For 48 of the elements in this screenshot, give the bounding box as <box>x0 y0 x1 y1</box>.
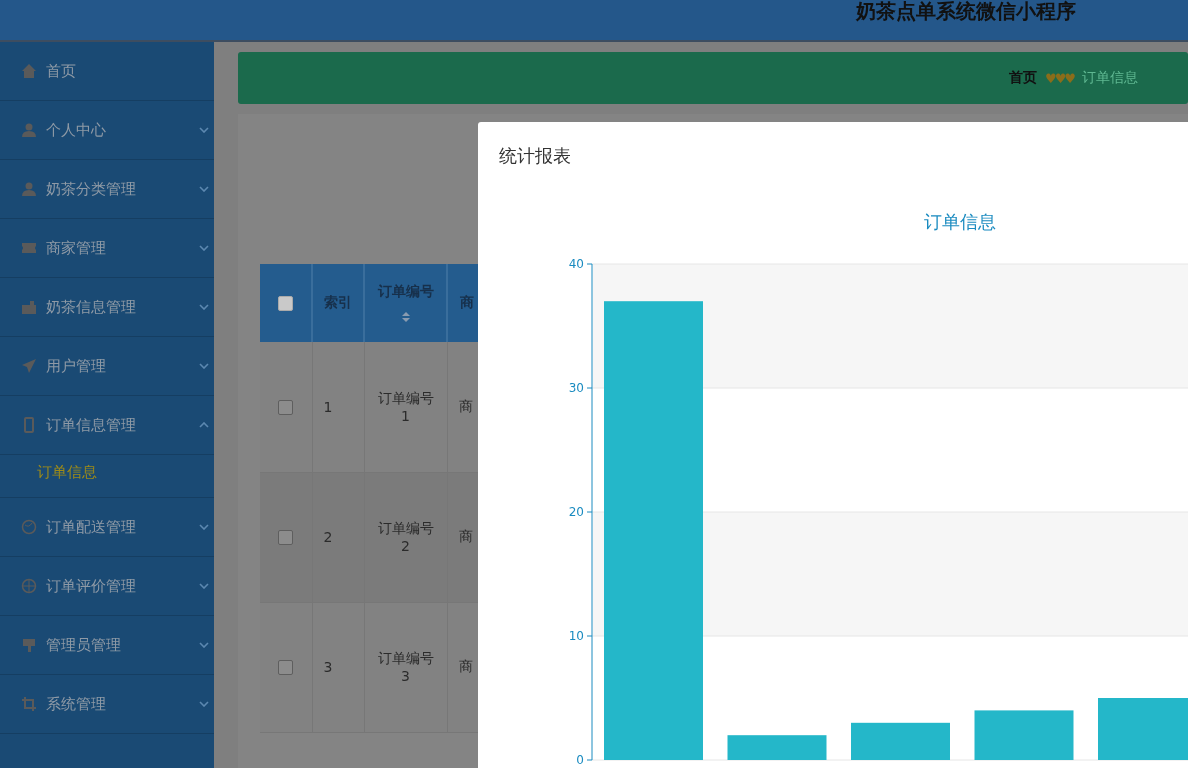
sidebar-item[interactable]: 商家管理 <box>0 219 214 278</box>
axis-tick-label: 10 <box>568 629 584 643</box>
sidebar-item[interactable]: 订单信息管理 <box>0 396 214 455</box>
submenu-item[interactable]: 订单信息 <box>0 447 214 497</box>
table-cell: 商 <box>458 528 473 546</box>
column-header: 商 <box>460 294 474 312</box>
table-cell: 2 <box>323 529 333 545</box>
sidebar-item[interactable]: 用户管理 <box>0 337 214 396</box>
app-title: 奶茶点单系统微信小程序 <box>856 0 1076 25</box>
sidebar-item[interactable]: 奶茶分类管理 <box>0 160 214 219</box>
checkbox[interactable] <box>278 296 293 312</box>
table-cell: 3 <box>323 659 333 675</box>
axis-tick-label: 20 <box>568 505 584 519</box>
checkbox[interactable] <box>278 400 294 415</box>
flag-icon <box>21 637 37 653</box>
sidebar-item[interactable]: 首页 <box>0 42 214 101</box>
table-cell-text: 订单编号1 <box>376 389 435 424</box>
sidebar-item[interactable]: 订单评价管理 <box>0 557 214 616</box>
sidebar-item[interactable]: 管理员管理 <box>0 616 214 675</box>
phone-icon <box>21 417 37 433</box>
paper-plane-icon <box>21 358 37 374</box>
axis-tick-label: 40 <box>568 257 584 271</box>
breadcrumb-link[interactable]: 订单信息 <box>1082 69 1138 87</box>
sidebar-item[interactable]: 个人中心 <box>0 101 214 160</box>
breadcrumb-link[interactable]: 首页 <box>1009 69 1038 87</box>
table-cell: 商 <box>458 658 473 676</box>
breadcrumb-separator: ♥♥♥ <box>1045 70 1074 86</box>
sidebar-item[interactable]: 订单配送管理 <box>0 498 214 557</box>
table-cell-text: 订单编号2 <box>376 520 435 554</box>
user-icon <box>21 181 37 197</box>
user-icon <box>21 122 37 138</box>
briefcase-icon <box>21 299 37 315</box>
chart-title: 订单信息 <box>923 210 997 234</box>
home-icon <box>21 63 37 79</box>
checkbox[interactable] <box>278 660 294 676</box>
crop-icon <box>21 696 37 712</box>
ticket-icon <box>21 240 37 256</box>
table-cell: 1 <box>323 398 333 415</box>
sidebar-item[interactable]: 系统管理 <box>0 675 214 734</box>
table-cell-text: 订单编号3 <box>376 650 435 684</box>
axis-tick-label: 30 <box>568 381 584 395</box>
sort-icon <box>400 311 411 323</box>
checkbox[interactable] <box>278 530 294 546</box>
column-header: 索引 <box>324 294 352 312</box>
table-cell: 商 <box>458 397 473 416</box>
axis-tick-label: 0 <box>576 753 584 767</box>
modal-title: 统计报表 <box>498 144 572 168</box>
sidebar-item[interactable]: 奶茶信息管理 <box>0 278 214 337</box>
